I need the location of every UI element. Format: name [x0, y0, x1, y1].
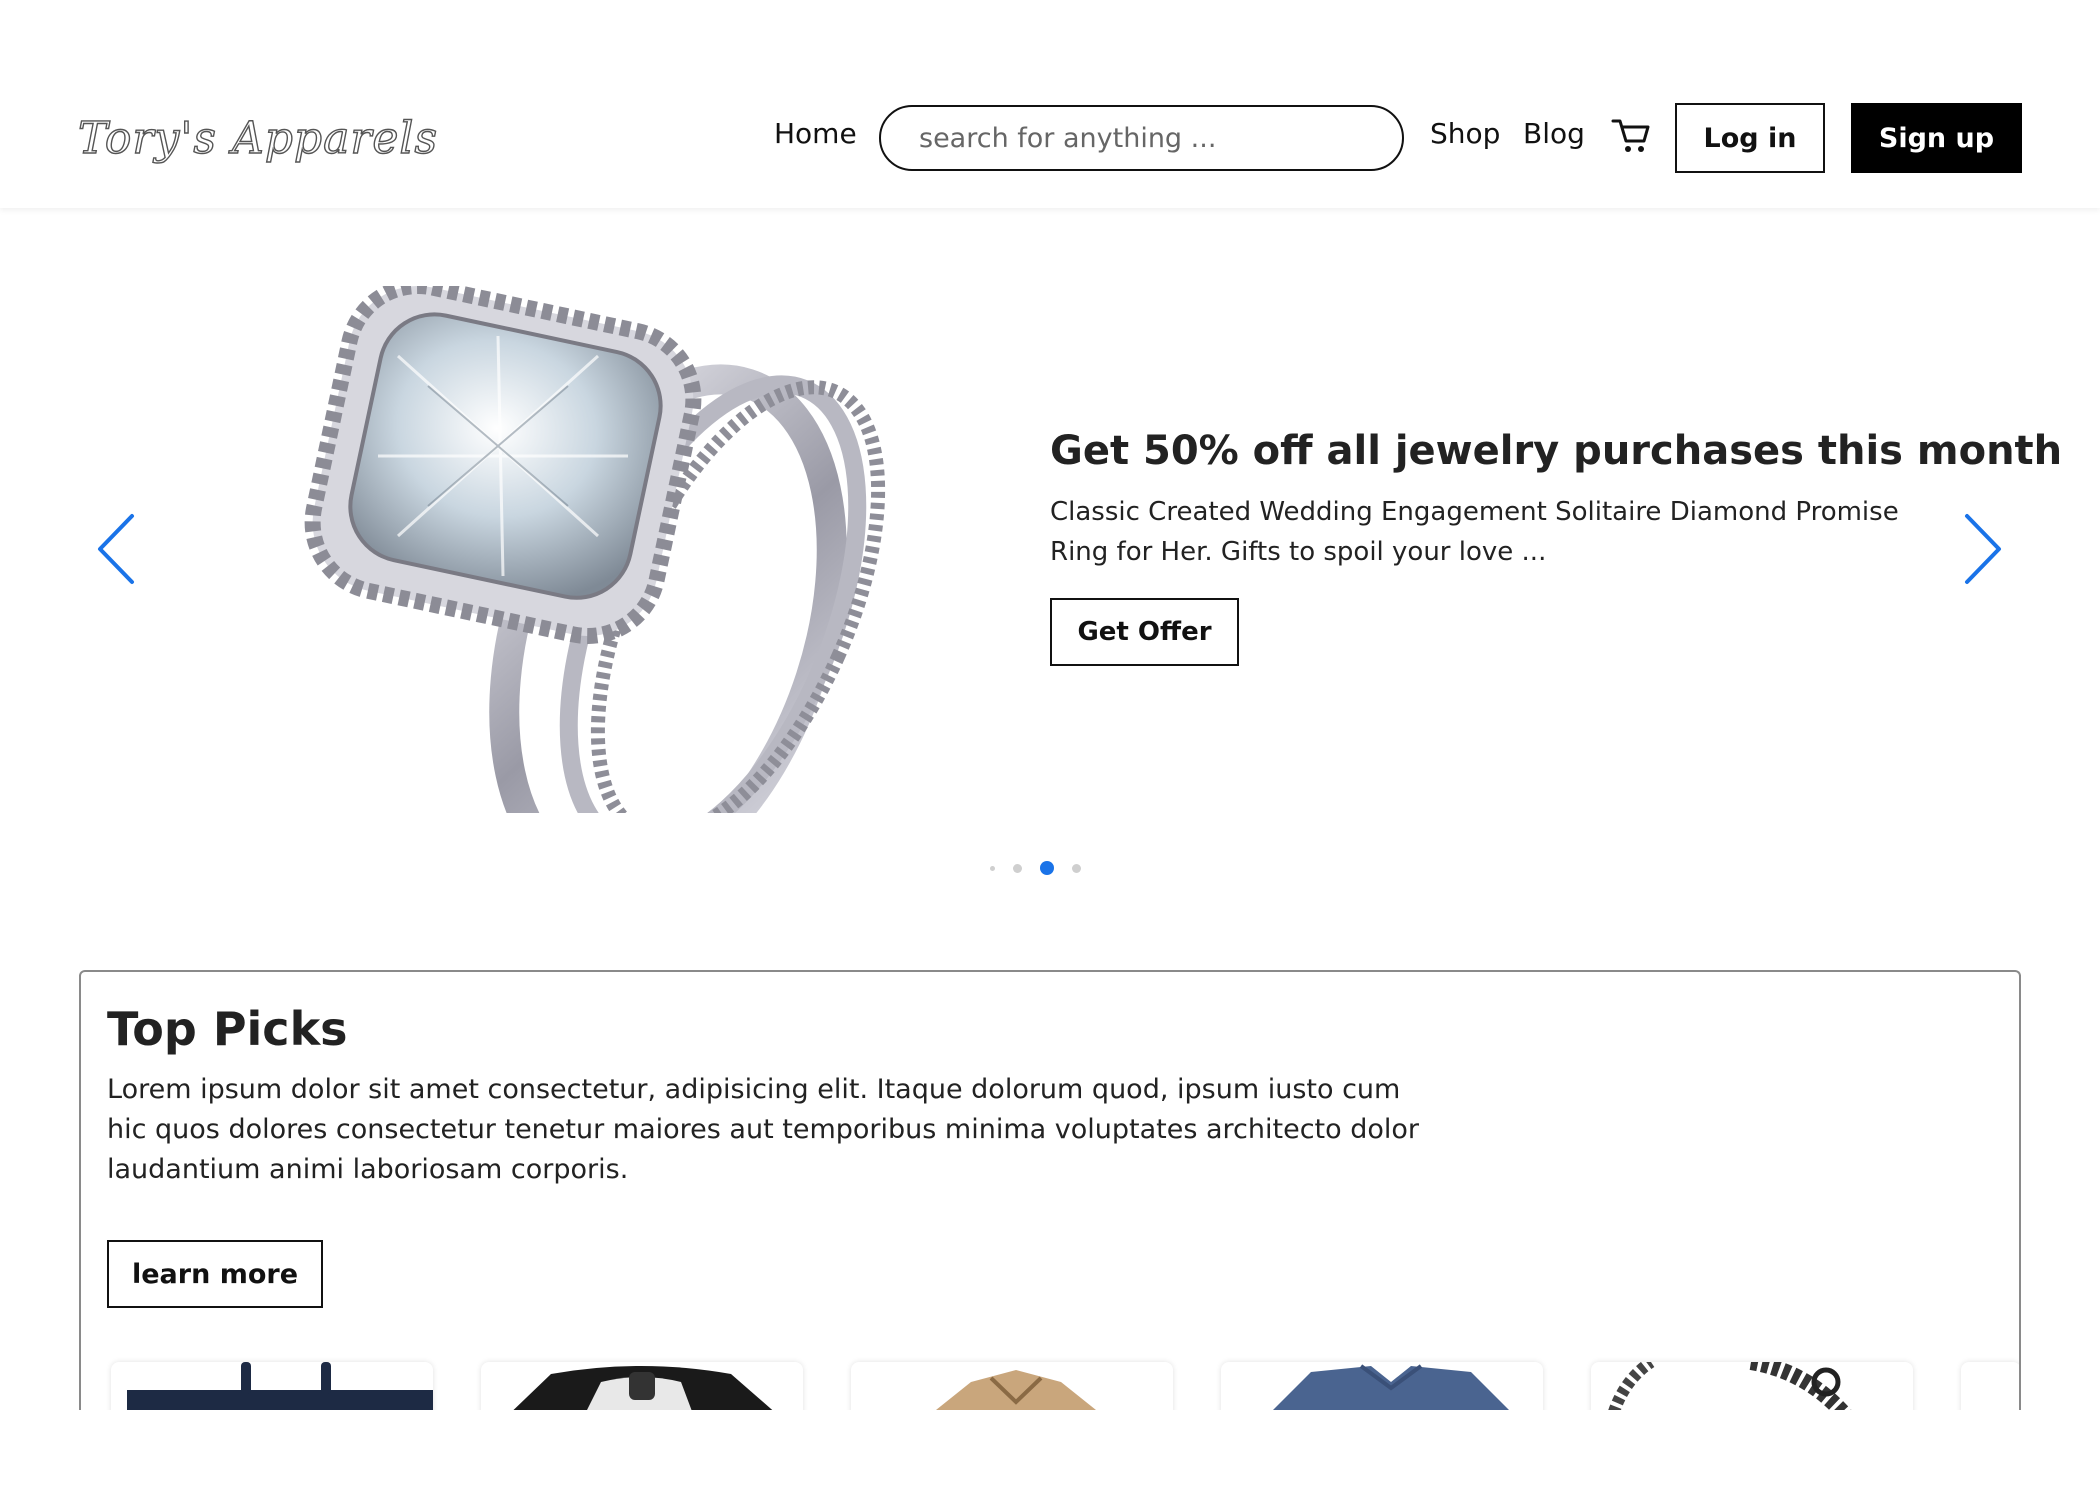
product-card-tshirt[interactable]	[1221, 1362, 1543, 1410]
carousel-slide-description: Classic Created Wedding Engagement Solit…	[1050, 497, 1899, 567]
cart-icon[interactable]	[1610, 116, 1652, 156]
carousel-dot-3-active[interactable]	[1040, 861, 1054, 875]
nav-shop[interactable]: Shop	[1430, 117, 1500, 150]
carousel-dot-2[interactable]	[1013, 863, 1022, 873]
carousel-dot-1[interactable]	[990, 865, 995, 871]
product-card-next[interactable]	[1961, 1362, 2019, 1410]
learn-more-button[interactable]: learn more	[107, 1240, 323, 1308]
search-bar	[879, 105, 1404, 171]
carousel-dot-4[interactable]	[1072, 863, 1081, 873]
carousel-slide-title: Get 50% off all jewelry purchases this m…	[1050, 428, 2063, 474]
carousel-prev-arrow-icon[interactable]	[92, 512, 142, 586]
product-card-bracelet[interactable]	[1591, 1362, 1913, 1410]
top-picks-description: Lorem ipsum dolor sit amet consectetur, …	[107, 1074, 1420, 1185]
carousel-indicators	[990, 860, 1081, 876]
blue-tshirt-image	[1273, 1364, 1509, 1410]
get-offer-button[interactable]: Get Offer	[1050, 598, 1239, 666]
raglan-shirt-image	[513, 1366, 773, 1410]
login-button[interactable]: Log in	[1675, 103, 1825, 173]
top-picks-section: Top Picks Lorem ipsum dolor sit amet con…	[79, 970, 2021, 1410]
nav-blog[interactable]: Blog	[1523, 117, 1585, 150]
search-input[interactable]	[881, 107, 1402, 169]
nav-home[interactable]: Home	[774, 117, 857, 150]
product-card-bag[interactable]	[111, 1362, 433, 1410]
chain-bracelet-image	[1608, 1362, 1852, 1410]
top-picks-title: Top Picks	[107, 1002, 348, 1056]
product-card-jacket[interactable]	[851, 1362, 1173, 1410]
navy-tote-bag-image	[127, 1362, 433, 1410]
carousel-next-arrow-icon[interactable]	[1957, 512, 2007, 586]
tan-jacket-image	[936, 1370, 1096, 1410]
diamond-ring-image	[268, 286, 938, 813]
site-logo[interactable]: Tory's Apparels	[77, 112, 438, 164]
product-card-shirt[interactable]	[481, 1362, 803, 1410]
signup-button[interactable]: Sign up	[1851, 103, 2022, 173]
site-header: Tory's Apparels Home Shop Blog Log in Si…	[0, 0, 2100, 208]
